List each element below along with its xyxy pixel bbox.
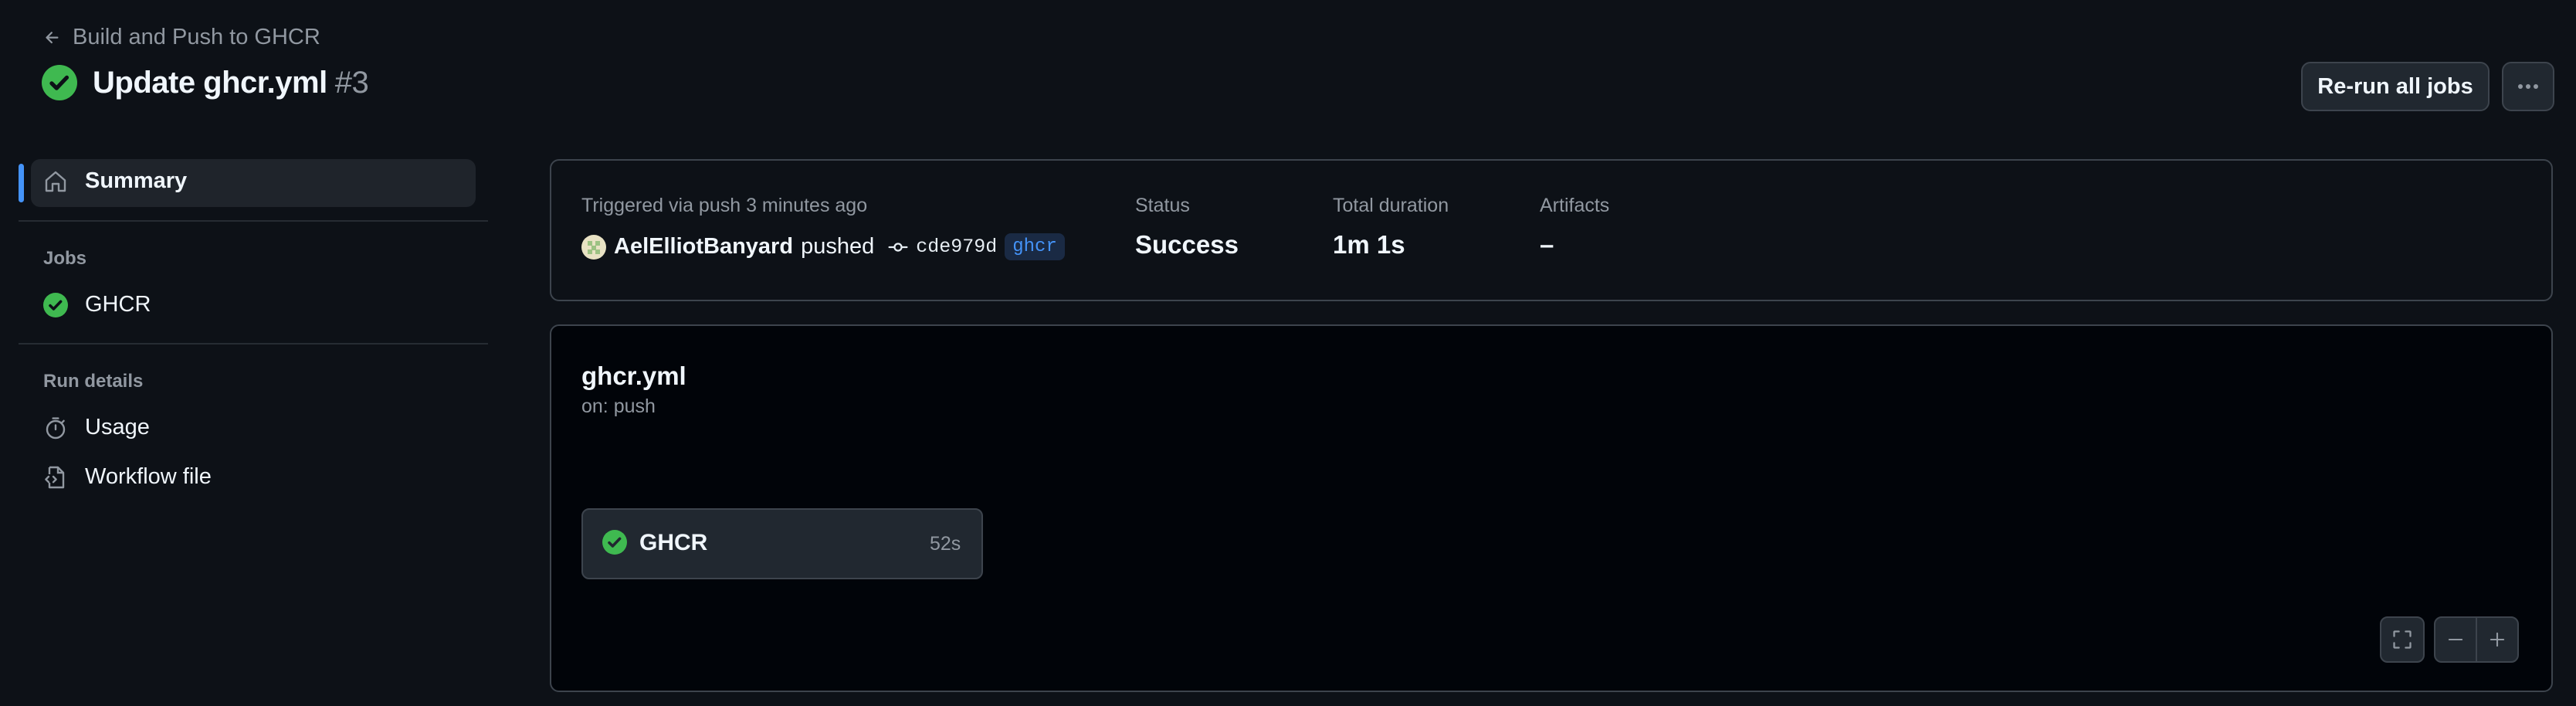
sidebar-item-workflow-file[interactable]: Workflow file [43, 464, 212, 490]
zoom-out-button[interactable] [2434, 616, 2477, 663]
sidebar-item-usage[interactable]: Usage [43, 415, 150, 440]
sidebar-divider [19, 343, 488, 345]
stopwatch-icon [43, 416, 68, 440]
artifacts-label: Artifacts [1540, 195, 1610, 216]
back-link[interactable]: Build and Push to GHCR [43, 25, 320, 50]
kebab-horizontal-icon [2517, 83, 2540, 90]
workflow-trigger: on: push [581, 395, 656, 417]
job-name: GHCR [639, 530, 708, 555]
sidebar-item-job-ghcr[interactable]: GHCR [43, 292, 151, 317]
success-check-icon [602, 530, 627, 555]
duration-value: 1m 1s [1333, 230, 1405, 259]
artifacts-value: – [1540, 230, 1554, 259]
rerun-all-jobs-button[interactable]: Re-run all jobs [2301, 62, 2490, 111]
workflow-file-name: ghcr.yml [581, 361, 686, 390]
sidebar-item-label: Summary [85, 168, 188, 193]
trigger-text: Triggered via push 3 minutes ago [581, 195, 868, 216]
home-icon [43, 169, 68, 194]
push-info: AelElliotBanyard pushed cde979d ghcr [581, 233, 1065, 260]
run-title-row: Update ghcr.yml #3 [42, 65, 369, 100]
active-indicator [19, 164, 24, 202]
actor-name[interactable]: AelElliotBanyard [614, 234, 793, 260]
job-duration: 52s [930, 533, 961, 555]
sidebar-item-summary[interactable]: Summary [43, 168, 187, 194]
sidebar-item-label: Workflow file [85, 464, 212, 489]
run-details-heading: Run details [43, 371, 144, 392]
run-title: Update ghcr.yml [93, 65, 327, 100]
success-check-icon [42, 65, 77, 100]
arrow-left-icon [43, 29, 62, 47]
file-code-icon [43, 465, 68, 490]
more-options-button[interactable] [2502, 62, 2554, 111]
sidebar-item-label: GHCR [85, 292, 151, 317]
status-label: Status [1135, 195, 1190, 216]
commit-sha-link[interactable]: cde979d [916, 236, 997, 258]
screen-full-icon [2391, 629, 2413, 650]
sidebar-item-label: Usage [85, 415, 150, 440]
branch-badge[interactable]: ghcr [1005, 233, 1065, 260]
jobs-heading: Jobs [43, 248, 87, 269]
run-number: #3 [334, 65, 369, 100]
avatar[interactable] [581, 234, 606, 260]
status-value: Success [1135, 230, 1239, 259]
plus-icon [2487, 630, 2507, 650]
fullscreen-button[interactable] [2380, 616, 2425, 663]
rerun-button-label: Re-run all jobs [2317, 73, 2473, 99]
back-link-label: Build and Push to GHCR [73, 25, 320, 49]
success-check-icon [43, 292, 68, 317]
git-commit-icon [888, 237, 908, 257]
dash-icon [2446, 630, 2466, 650]
sidebar-divider [19, 220, 488, 222]
page-title: Update ghcr.yml #3 [93, 65, 369, 100]
pushed-word: pushed [801, 234, 875, 259]
duration-label: Total duration [1333, 195, 1449, 216]
zoom-in-button[interactable] [2476, 616, 2519, 663]
